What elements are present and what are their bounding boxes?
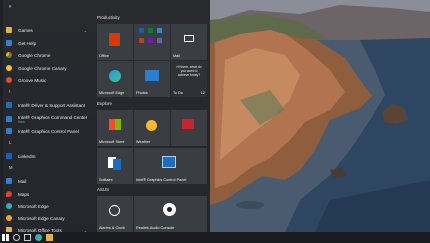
todo-count: 12 [200, 91, 205, 95]
store-icon [109, 119, 121, 130]
section-letter-i[interactable]: I [9, 89, 10, 94]
news-icon [182, 119, 194, 129]
app-label: Microsoft Edge Canary [18, 215, 65, 221]
app-item-google-chrome[interactable]: Google Chrome [3, 50, 93, 60]
intel-panel-icon [6, 128, 12, 134]
teams-icon [157, 38, 162, 43]
group-title-asus[interactable]: ASUS [97, 187, 109, 192]
folder-icon [6, 27, 12, 33]
app-label: Google Chrome [18, 52, 51, 58]
intel-panel-icon [162, 156, 176, 168]
taskbar [0, 232, 430, 243]
edge-icon [109, 70, 121, 82]
section-letter-hash[interactable]: # [9, 4, 11, 9]
tile-solitaire[interactable]: Solitaire [97, 148, 133, 184]
app-label: Get Help [18, 40, 37, 46]
onedrive-icon [157, 28, 162, 33]
section-letter-m[interactable]: M [9, 165, 13, 170]
app-item-games[interactable]: Games ⌄ [3, 25, 93, 35]
app-label: LinkedIn [18, 153, 36, 159]
tile-weather[interactable]: Weather [134, 110, 170, 146]
search-icon[interactable] [13, 234, 20, 241]
app-label: Intel® Graphics Control Panel [18, 128, 79, 134]
linkedin-icon [6, 153, 12, 159]
app-list: # Games ⌄ Get Help Google Chrome Google … [3, 3, 93, 233]
app-item-linkedin[interactable]: LinkedIn [3, 151, 93, 161]
app-label: Intel® Graphics Command Center [18, 114, 88, 120]
app-label: Maps [18, 191, 30, 197]
app-item-intel-graphics-control-panel[interactable]: Intel® Graphics Control Panel [3, 126, 93, 136]
sun-icon [146, 120, 157, 131]
windows-start-icon[interactable] [2, 234, 9, 241]
app-label: Mail [18, 178, 27, 184]
app-item-google-chrome-canary[interactable]: Google Chrome Canary [3, 63, 93, 73]
mail-icon [184, 35, 194, 42]
realtek-icon-center [167, 207, 172, 212]
section-letter-l[interactable]: L [9, 140, 11, 145]
app-label: Intel® Driver & Support Assistant [18, 102, 85, 108]
tile-intel-graphics-control-panel[interactable]: Intel® Graphics Control Panel [134, 148, 207, 184]
clock-icon [109, 205, 120, 216]
maps-icon [6, 191, 12, 197]
mail-icon [6, 178, 12, 184]
app-item-intel-driver[interactable]: Intel® Driver & Support Assistant [3, 100, 93, 110]
task-view-icon[interactable] [24, 234, 31, 241]
chrome-icon [6, 52, 12, 58]
tile-office-apps[interactable] [134, 24, 170, 60]
app-item-maps[interactable]: Maps [3, 189, 93, 199]
chrome-canary-icon [6, 65, 12, 71]
file-explorer-icon[interactable] [46, 234, 53, 241]
tile-realtek-audio-console[interactable]: Realtek Audio Console [134, 196, 207, 232]
app-label: Google Chrome Canary [18, 65, 67, 71]
edge-icon [6, 203, 12, 209]
app-item-get-help[interactable]: Get Help [3, 38, 93, 48]
help-icon [6, 40, 12, 46]
new-badge: New [18, 119, 25, 124]
app-item-mail[interactable]: Mail [3, 176, 93, 186]
music-icon [6, 77, 12, 83]
excel-icon [148, 28, 153, 33]
group-title-explore[interactable]: Explore [97, 101, 112, 106]
tile-microsoft-edge[interactable]: Microsoft Edge [97, 61, 133, 97]
word-icon [139, 28, 144, 33]
photos-icon [145, 70, 159, 81]
todo-message: Hi there, what do you want to achieve to… [176, 65, 202, 78]
app-item-microsoft-edge-canary[interactable]: Microsoft Edge Canary [3, 213, 93, 223]
tile-photos[interactable]: Photos [134, 61, 170, 97]
tile-microsoft-store[interactable]: Microsoft Store [97, 110, 133, 146]
app-label: Games [18, 27, 33, 33]
tile-office[interactable]: Office [97, 24, 133, 60]
app-item-intel-graphics-command-center[interactable]: Intel® Graphics Command Center New [3, 113, 93, 125]
app-item-groove-music[interactable]: Groove Music [3, 75, 93, 85]
app-label: Groove Music [18, 77, 47, 83]
tile-alarms-clock[interactable]: Alarms & Clock [97, 196, 133, 232]
app-item-microsoft-edge[interactable]: Microsoft Edge [3, 201, 93, 211]
start-menu: # Games ⌄ Get Help Google Chrome Google … [0, 0, 210, 233]
edge-taskbar-icon[interactable] [35, 234, 42, 241]
powerpoint-icon [139, 38, 144, 43]
office-icon [109, 33, 120, 46]
chevron-down-icon: ⌄ [83, 27, 87, 33]
edge-canary-icon [6, 215, 12, 221]
group-title-productivity[interactable]: Productivity [97, 15, 120, 20]
intel-icon [6, 102, 12, 108]
tile-todo[interactable]: Hi there, what do you want to achieve to… [171, 61, 207, 97]
app-label: Microsoft Edge [18, 203, 49, 209]
tile-mail[interactable]: Mail [171, 24, 207, 60]
onenote-icon [148, 38, 153, 43]
tile-news[interactable] [171, 110, 207, 146]
intel-graphics-icon [6, 116, 12, 122]
cards-back-icon [113, 159, 121, 170]
